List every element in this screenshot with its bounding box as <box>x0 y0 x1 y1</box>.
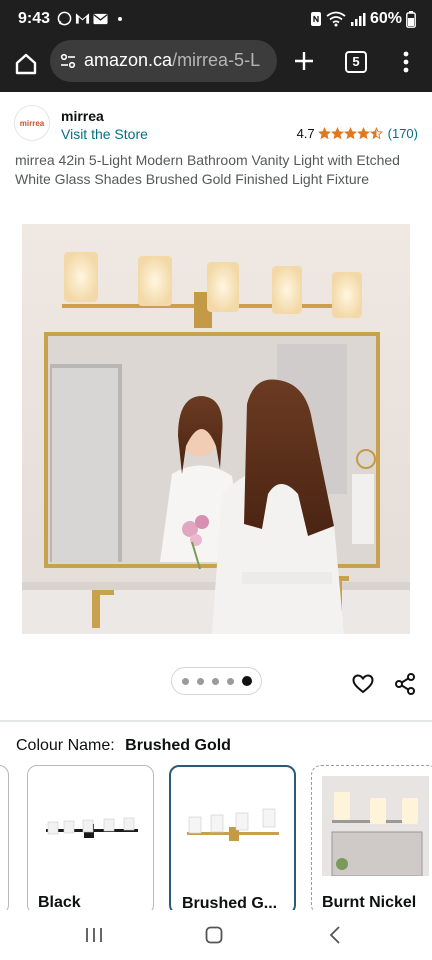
store-name: mirrea <box>61 108 104 124</box>
swatch-nickel-label: Burnt Nickel <box>322 894 417 910</box>
page: 9:43 60% amazon.ca/mirrea-5-L 5 mirrea m… <box>0 0 432 960</box>
product-title: mirrea 42in 5-Light Modern Bathroom Vani… <box>15 152 400 187</box>
address-bar[interactable]: amazon.ca/mirrea-5-L <box>50 40 277 82</box>
carousel-dot[interactable] <box>226 677 234 685</box>
section-divider <box>0 720 432 722</box>
system-icons: 60% <box>310 10 416 28</box>
wifi-icon <box>326 11 346 27</box>
colour-name-row: Colour Name: Brushed Gold <box>16 737 231 755</box>
tab-switcher-button[interactable]: 5 <box>345 51 367 73</box>
carousel-dot[interactable] <box>211 677 219 685</box>
star-icon <box>330 127 344 140</box>
recents-icon[interactable] <box>84 926 104 944</box>
swatch-burnt-nickel[interactable]: Burnt Nickel <box>311 765 432 910</box>
star-icon <box>356 127 370 140</box>
swatch-partial[interactable] <box>0 765 9 910</box>
swatch-gold-label: Brushed G... <box>182 895 278 910</box>
system-nav-bar <box>0 910 432 960</box>
rating-count[interactable]: (170) <box>388 126 418 141</box>
whatsapp-icon <box>57 11 72 26</box>
swatch-gold-image <box>187 808 279 841</box>
battery-icon <box>406 10 416 28</box>
url-text: amazon.ca/mirrea-5-L <box>84 50 269 71</box>
swatch-brushed-gold[interactable]: Brushed G... <box>169 765 296 910</box>
url-host: amazon.ca <box>84 50 173 70</box>
carousel-dot[interactable] <box>196 677 204 685</box>
product-photo <box>22 224 410 634</box>
colour-label: Colour Name: <box>16 737 115 754</box>
share-icon[interactable] <box>393 672 417 696</box>
colour-swatches: Black Brushed G... Burnt Nickel <box>0 765 432 910</box>
gmail-icon <box>75 13 90 24</box>
signal-icon <box>350 13 366 26</box>
star-icon <box>317 127 331 140</box>
new-tab-icon[interactable] <box>292 49 316 73</box>
store-row: mirrea mirrea Visit the Store 4.7 (170) <box>0 92 432 150</box>
colour-selected-value: Brushed Gold <box>125 737 231 754</box>
notification-icons <box>57 11 122 26</box>
more-menu-icon[interactable] <box>398 47 414 77</box>
nfc-icon <box>310 12 321 26</box>
swatch-nickel-image <box>322 776 429 877</box>
home-nav-icon[interactable] <box>205 926 223 944</box>
product-image[interactable] <box>22 224 410 634</box>
carousel-dot[interactable] <box>181 677 189 685</box>
site-settings-icon[interactable] <box>58 51 78 71</box>
dot-icon <box>118 16 122 21</box>
status-bar: 9:43 60% <box>0 0 432 40</box>
heart-icon[interactable] <box>351 672 375 696</box>
visit-store-link[interactable]: Visit the Store <box>61 126 148 142</box>
carousel-dot[interactable] <box>241 676 252 686</box>
store-logo[interactable]: mirrea <box>14 105 50 141</box>
battery-percent: 60% <box>369 10 402 27</box>
star-icon <box>343 127 357 140</box>
swatch-black[interactable]: Black <box>27 765 154 910</box>
image-carousel-indicator[interactable] <box>171 667 262 695</box>
status-time: 9:43 <box>18 10 51 27</box>
home-icon[interactable] <box>12 50 40 78</box>
mail-icon <box>93 13 108 24</box>
star-icon <box>369 127 383 140</box>
rating-stars <box>317 127 383 140</box>
rating-summary[interactable]: 4.7 (170) <box>297 126 418 141</box>
browser-toolbar: amazon.ca/mirrea-5-L 5 <box>0 40 432 92</box>
swatch-black-label: Black <box>38 894 81 910</box>
swatch-black-image <box>46 817 138 838</box>
url-path: /mirrea-5-L <box>172 50 261 70</box>
rating-value: 4.7 <box>296 126 315 141</box>
back-icon[interactable] <box>327 925 343 945</box>
